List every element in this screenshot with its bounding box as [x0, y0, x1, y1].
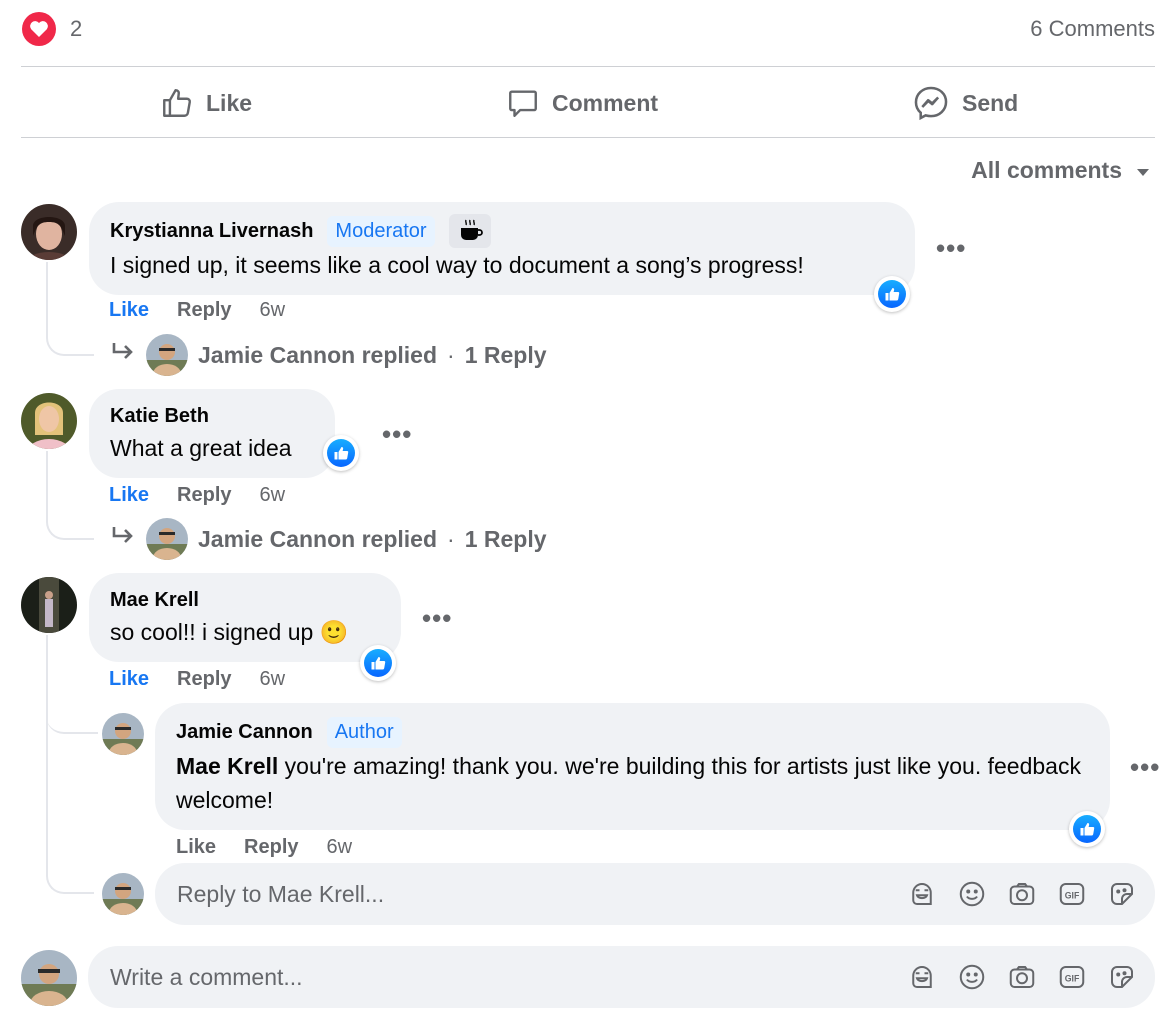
comment-bubble-icon	[506, 86, 540, 120]
comment-action-button[interactable]: Comment	[506, 83, 658, 123]
reply-actions: Like Reply 6w	[176, 836, 352, 859]
comment-like-button[interactable]: Like	[109, 668, 149, 691]
comment-bubble: Mae Krell so cool!! i signed up 🙂	[89, 573, 401, 662]
comments-count-link[interactable]: 6 Comments	[1030, 16, 1155, 42]
comment-bubble: Krystianna Livernash Moderator I signed …	[89, 202, 915, 295]
gif-icon[interactable]: GIF	[1057, 879, 1087, 909]
separator: ·	[447, 525, 455, 552]
coffee-cup-icon[interactable]	[448, 214, 491, 248]
comment-like-button[interactable]: Like	[109, 299, 149, 322]
like-reaction-badge[interactable]	[1069, 811, 1105, 847]
send-action-button[interactable]: Send	[912, 83, 1018, 123]
thumbs-up-icon	[160, 86, 194, 120]
comment-reply-button[interactable]: Reply	[177, 484, 231, 507]
mention-link[interactable]: Mae Krell	[176, 753, 278, 779]
comment-input[interactable]	[110, 963, 907, 991]
comment-text: What a great idea	[110, 435, 292, 461]
more-options-icon[interactable]: •••	[1130, 754, 1160, 780]
more-options-icon[interactable]: •••	[382, 421, 412, 447]
sticker-icon[interactable]	[1107, 962, 1137, 992]
avatar	[146, 334, 188, 376]
avatar[interactable]	[21, 393, 77, 449]
more-options-icon[interactable]: •••	[936, 235, 966, 261]
divider	[21, 137, 1155, 138]
camera-icon[interactable]	[1007, 879, 1037, 909]
avatar	[21, 950, 77, 1006]
comment-timestamp[interactable]: 6w	[260, 668, 286, 691]
camera-icon[interactable]	[1007, 962, 1037, 992]
like-reaction-badge[interactable]	[874, 276, 910, 312]
comment-text: I signed up, it seems like a cool way to…	[110, 252, 804, 278]
thread-connector	[46, 451, 94, 540]
comment-filter-dropdown[interactable]: All comments	[971, 157, 1150, 184]
slightly-smiling-emoji: 🙂	[319, 619, 349, 645]
reply-like-button[interactable]: Like	[176, 836, 216, 859]
thread-connector	[46, 262, 94, 356]
svg-text:GIF: GIF	[1065, 890, 1080, 900]
comment-author[interactable]: Mae Krell	[110, 589, 199, 612]
replier-name: Jamie Cannon replied	[198, 341, 438, 368]
comment-like-button[interactable]: Like	[109, 484, 149, 507]
comment-actions: Like Reply 6w	[109, 668, 285, 691]
avatar	[102, 873, 144, 915]
avatar[interactable]	[21, 204, 77, 260]
thread-connector	[46, 635, 48, 865]
comment-timestamp[interactable]: 6w	[260, 484, 286, 507]
comment-reply-button[interactable]: Reply	[177, 668, 231, 691]
avatar[interactable]	[102, 713, 144, 755]
reply-arrow-icon	[110, 340, 136, 370]
view-replies-button[interactable]: Jamie Cannon replied · 1 Reply	[110, 334, 547, 376]
comment-actions: Like Reply 6w	[109, 484, 285, 507]
svg-text:GIF: GIF	[1065, 973, 1080, 983]
avatar	[146, 518, 188, 560]
avatar[interactable]	[21, 577, 77, 633]
avatar-sticker-icon[interactable]	[907, 879, 937, 909]
comment-bubble: Katie Beth What a great idea	[89, 389, 335, 478]
view-replies-button[interactable]: Jamie Cannon replied · 1 Reply	[110, 518, 547, 560]
moderator-badge[interactable]: Moderator	[327, 215, 435, 247]
reply-input-box: GIF	[155, 863, 1155, 925]
reply-bubble: Jamie Cannon Author Mae Krell you're ama…	[155, 703, 1110, 830]
avatar-sticker-icon[interactable]	[907, 962, 937, 992]
emoji-icon[interactable]	[957, 962, 987, 992]
reply-input[interactable]	[177, 880, 907, 908]
replier-name: Jamie Cannon replied	[198, 525, 438, 552]
send-action-label: Send	[962, 89, 1019, 116]
caret-down-icon	[1136, 157, 1150, 184]
reply-arrow-icon	[110, 524, 136, 554]
comment-author[interactable]: Katie Beth	[110, 405, 209, 428]
comment-filter-label: All comments	[971, 157, 1122, 183]
comment-action-label: Comment	[552, 89, 659, 116]
sticker-icon[interactable]	[1107, 879, 1137, 909]
gif-icon[interactable]: GIF	[1057, 962, 1087, 992]
thread-connector	[46, 858, 94, 894]
comment-actions: Like Reply 6w	[109, 299, 285, 322]
heart-reaction-icon[interactable]	[22, 12, 56, 46]
reply-text: you're amazing! thank you. we're buildin…	[176, 753, 1081, 813]
comment-timestamp[interactable]: 6w	[260, 299, 286, 322]
comment-input-box: GIF	[88, 946, 1155, 1008]
like-action-button[interactable]: Like	[160, 83, 252, 123]
divider	[21, 66, 1155, 67]
like-reaction-badge[interactable]	[323, 435, 359, 471]
comment-text: so cool!! i signed up	[110, 619, 314, 645]
like-action-label: Like	[206, 89, 253, 116]
replies-count: 1 Reply	[464, 341, 547, 368]
like-reaction-badge[interactable]	[360, 645, 396, 681]
emoji-icon[interactable]	[957, 879, 987, 909]
reply-timestamp[interactable]: 6w	[327, 836, 353, 859]
more-options-icon[interactable]: •••	[422, 605, 452, 631]
reaction-count[interactable]: 2	[70, 16, 82, 42]
comment-author[interactable]: Krystianna Livernash	[110, 220, 313, 243]
thread-connector	[46, 690, 98, 734]
reply-reply-button[interactable]: Reply	[244, 836, 298, 859]
separator: ·	[447, 341, 455, 368]
comment-reply-button[interactable]: Reply	[177, 299, 231, 322]
replies-count: 1 Reply	[464, 525, 547, 552]
reply-author[interactable]: Jamie Cannon	[176, 721, 313, 744]
author-badge[interactable]: Author	[326, 716, 402, 748]
messenger-icon	[912, 84, 950, 122]
